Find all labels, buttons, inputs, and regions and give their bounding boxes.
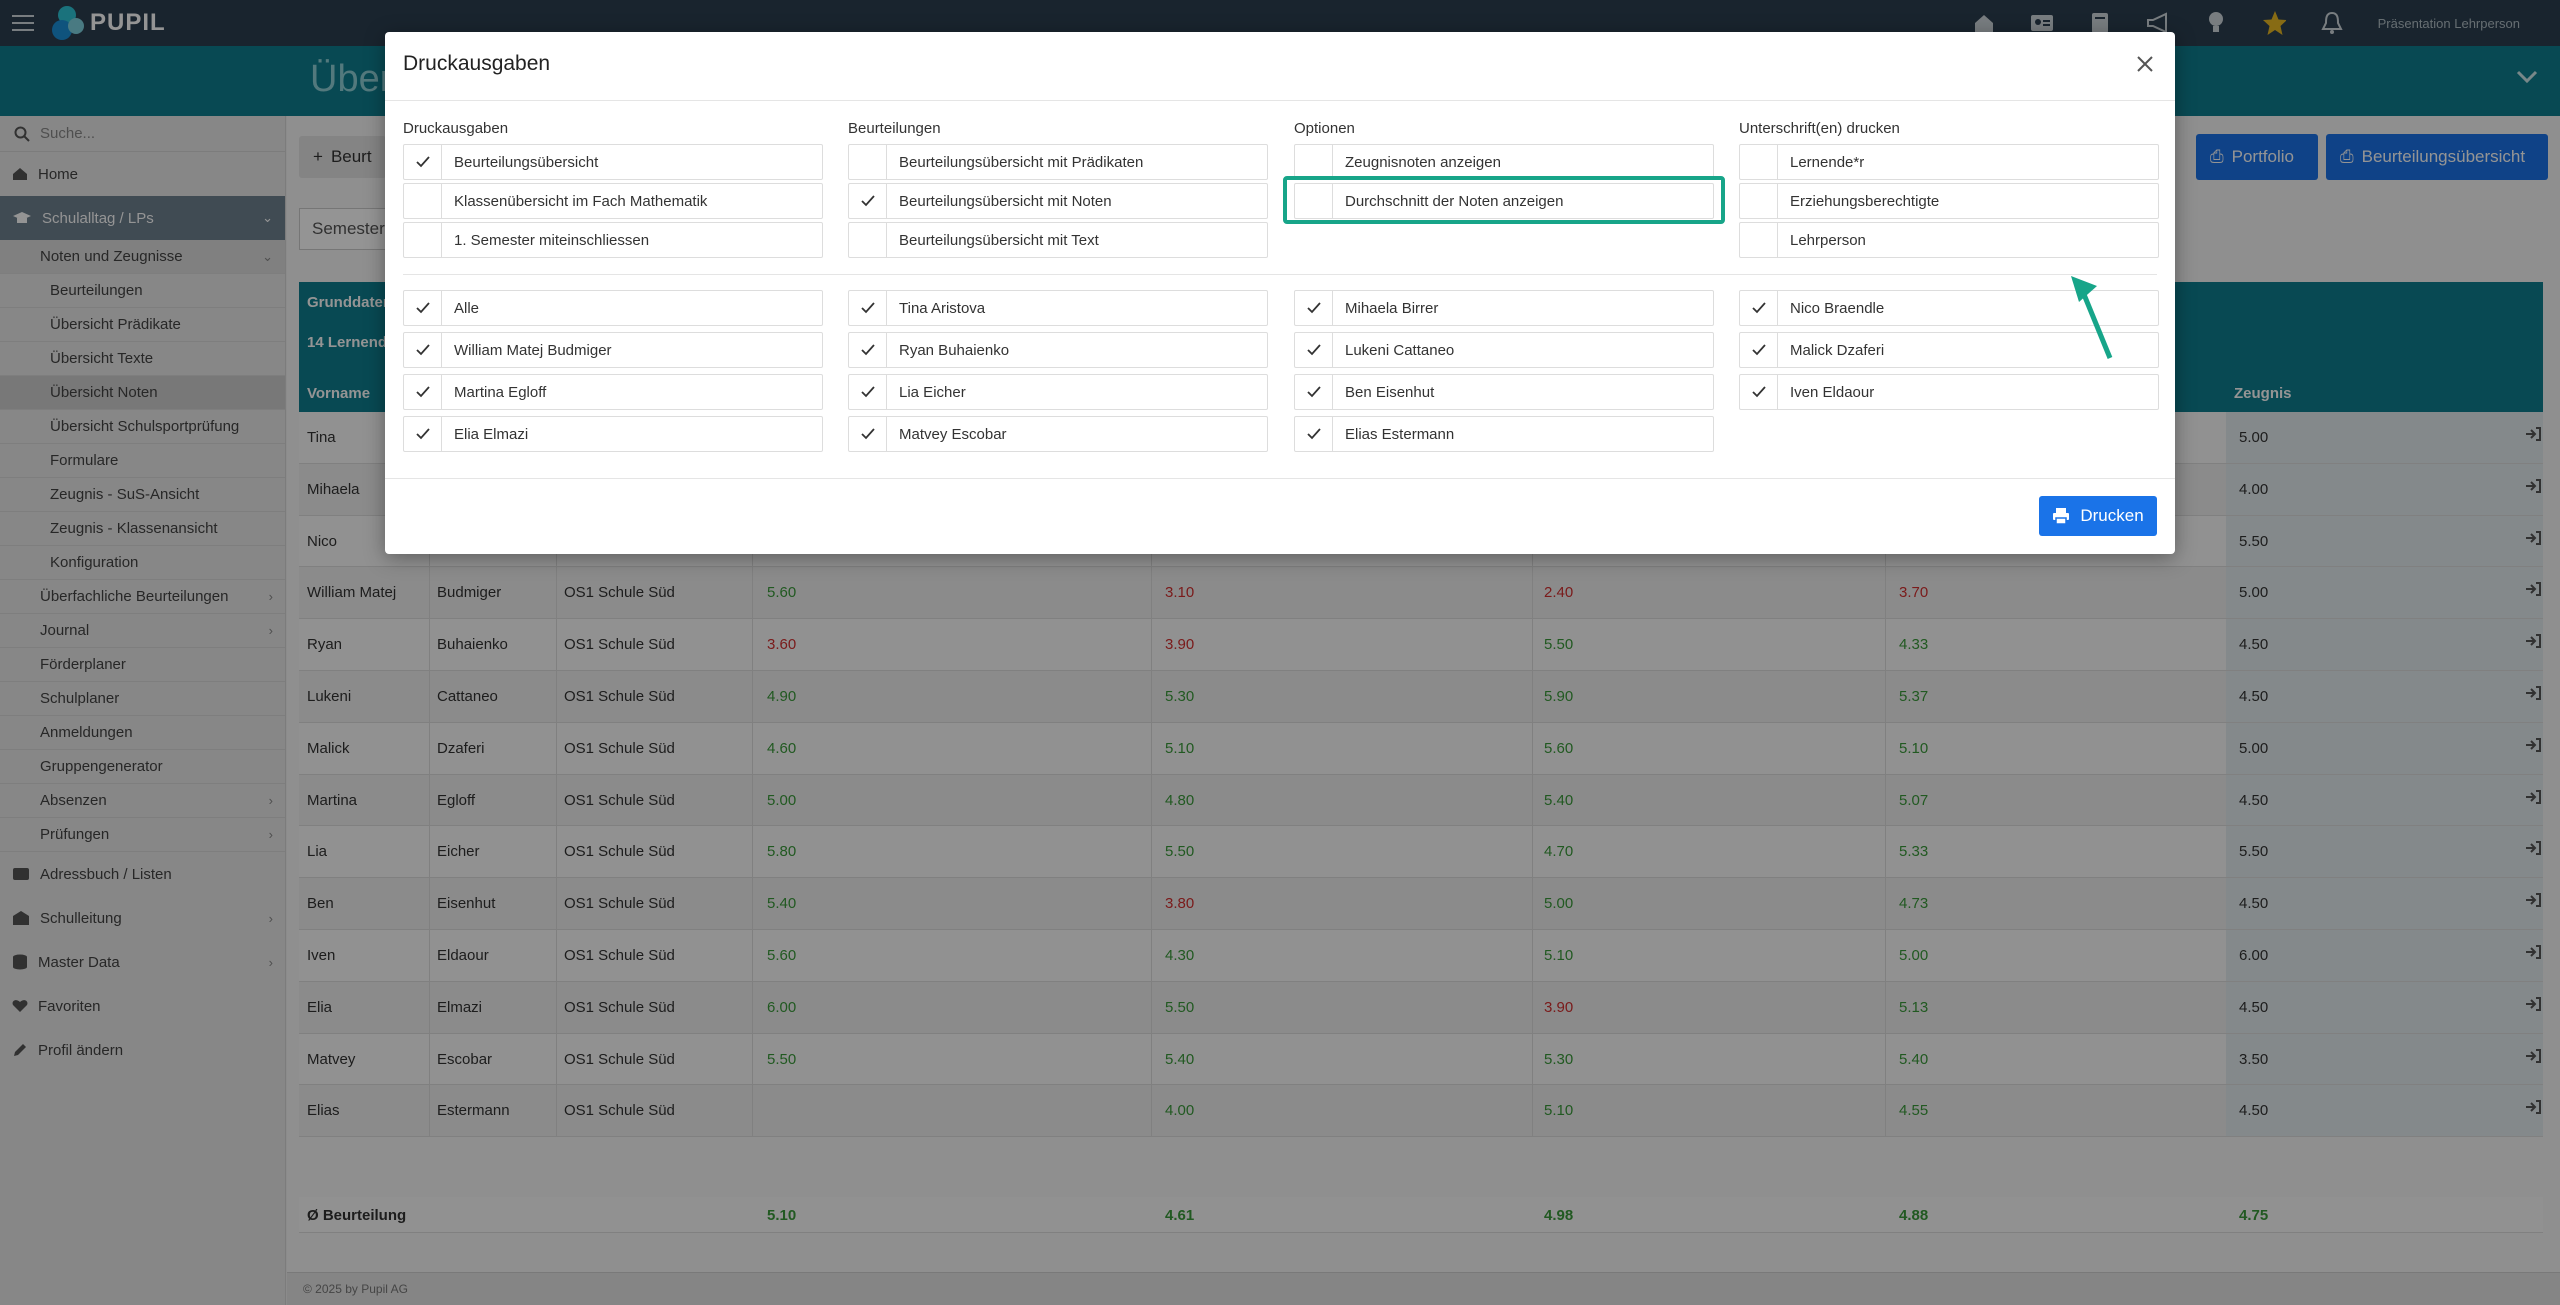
checkbox-label: Ben Eisenhut: [1345, 383, 1435, 401]
option-checkbox[interactable]: Erziehungsberechtigte: [1739, 183, 2159, 219]
checkbox-box[interactable]: [849, 223, 887, 257]
student-checkbox[interactable]: William Matej Budmiger: [403, 332, 823, 368]
close-icon[interactable]: [2135, 54, 2155, 74]
checkbox-box[interactable]: [404, 223, 442, 257]
option-column: Unterschrift(en) drucken Lernende*r Erzieh…: [1739, 120, 2159, 261]
checkbox-box[interactable]: [404, 145, 442, 179]
checkbox-label: Beurteilungsübersicht mit Prädikaten: [899, 153, 1144, 171]
checkbox-box[interactable]: [1740, 145, 1778, 179]
checkbox-label: Iven Eldaour: [1790, 383, 1875, 401]
checkbox-box[interactable]: [849, 375, 887, 409]
checkbox-box[interactable]: [1740, 333, 1778, 367]
checkbox-label: Alle: [454, 299, 480, 317]
checkbox-box[interactable]: [1295, 333, 1333, 367]
student-checkbox[interactable]: Matvey Escobar: [848, 416, 1268, 452]
option-checkbox[interactable]: Lehrperson: [1739, 222, 2159, 258]
checkbox-label: Nico Braendle: [1790, 299, 1885, 317]
student-checkbox[interactable]: Lia Eicher: [848, 374, 1268, 410]
checkbox-label: Tina Aristova: [899, 299, 986, 317]
student-column: Alle William Matej Budmiger Martina Egloff…: [403, 290, 823, 458]
checkbox-label: Lehrperson: [1790, 231, 1866, 249]
checkbox-box[interactable]: [849, 184, 887, 218]
student-checkbox[interactable]: Ben Eisenhut: [1294, 374, 1714, 410]
checkbox-label: Lia Eicher: [899, 383, 966, 401]
print-button[interactable]: Drucken: [2039, 496, 2157, 536]
option-column-heading: Druckausgaben: [403, 120, 509, 137]
option-checkbox[interactable]: Beurteilungsübersicht: [403, 144, 823, 180]
checkbox-label: Lukeni Cattaneo: [1345, 341, 1455, 359]
checkbox-label: Erziehungsberechtigte: [1790, 192, 1940, 210]
checkbox-box[interactable]: [1295, 291, 1333, 325]
option-checkbox[interactable]: 1. Semester miteinschliessen: [403, 222, 823, 258]
option-column-heading: Unterschrift(en) drucken: [1739, 120, 1900, 137]
option-checkbox[interactable]: Beurteilungsübersicht mit Prädikaten: [848, 144, 1268, 180]
checkbox-label: Mihaela Birrer: [1345, 299, 1439, 317]
option-column-heading: Optionen: [1294, 120, 1355, 137]
student-checkbox[interactable]: Elia Elmazi: [403, 416, 823, 452]
highlight-box: [1283, 176, 1725, 224]
annotation-arrow: [2071, 276, 2113, 359]
checkbox-label: Elia Elmazi: [454, 425, 529, 443]
checkbox-box[interactable]: [404, 291, 442, 325]
option-checkbox[interactable]: Beurteilungsübersicht mit Noten: [848, 183, 1268, 219]
checkbox-box[interactable]: [849, 333, 887, 367]
checkbox-label: Martina Egloff: [454, 383, 547, 401]
student-checkbox[interactable]: Tina Aristova: [848, 290, 1268, 326]
checkbox-box[interactable]: [1740, 375, 1778, 409]
printer-icon: [2053, 508, 2070, 525]
checkbox-box[interactable]: [1740, 291, 1778, 325]
checkbox-label: Matvey Escobar: [899, 425, 1007, 443]
student-checkbox[interactable]: Martina Egloff: [403, 374, 823, 410]
checkbox-label: Beurteilungsübersicht mit Text: [899, 231, 1099, 249]
button-label: Drucken: [2080, 506, 2144, 525]
divider: [385, 478, 2175, 479]
option-checkbox[interactable]: Zeugnisnoten anzeigen: [1294, 144, 1714, 180]
student-checkbox[interactable]: Mihaela Birrer: [1294, 290, 1714, 326]
checkbox-label: Beurteilungsübersicht mit Noten: [899, 192, 1112, 210]
divider: [403, 274, 2157, 275]
option-column: Druckausgaben Beurteilungsübersicht Klasse…: [403, 120, 823, 261]
option-checkbox[interactable]: Lernende*r: [1739, 144, 2159, 180]
student-checkbox[interactable]: Lukeni Cattaneo: [1294, 332, 1714, 368]
checkbox-label: Lernende*r: [1790, 153, 1865, 171]
divider: [385, 100, 2175, 101]
checkbox-label: Elias Estermann: [1345, 425, 1455, 443]
option-checkbox[interactable]: Beurteilungsübersicht mit Text: [848, 222, 1268, 258]
checkbox-label: William Matej Budmiger: [454, 341, 612, 359]
checkbox-box[interactable]: [1295, 417, 1333, 451]
checkbox-box[interactable]: [1295, 375, 1333, 409]
dialog-title: Druckausgaben: [403, 52, 551, 75]
checkbox-box[interactable]: [404, 375, 442, 409]
print-dialog: Druckausgaben Druckausgaben Beurteilungsü…: [385, 32, 2175, 554]
checkbox-box[interactable]: [1740, 223, 1778, 257]
checkbox-label: Malick Dzaferi: [1790, 341, 1885, 359]
checkbox-label: Ryan Buhaienko: [899, 341, 1010, 359]
checkbox-box[interactable]: [849, 417, 887, 451]
checkbox-label: Beurteilungsübersicht: [454, 153, 599, 171]
checkbox-box[interactable]: [849, 145, 887, 179]
checkbox-box[interactable]: [1740, 184, 1778, 218]
student-checkbox[interactable]: Alle: [403, 290, 823, 326]
option-column-heading: Beurteilungen: [848, 120, 941, 137]
checkbox-box[interactable]: [404, 333, 442, 367]
checkbox-label: 1. Semester miteinschliessen: [454, 231, 650, 249]
option-checkbox[interactable]: Klassenübersicht im Fach Mathematik: [403, 183, 823, 219]
option-column: Beurteilungen Beurteilungsübersicht mit P…: [848, 120, 1268, 261]
checkbox-label: Klassenübersicht im Fach Mathematik: [454, 192, 708, 210]
checkbox-box[interactable]: [404, 184, 442, 218]
student-checkbox[interactable]: Ryan Buhaienko: [848, 332, 1268, 368]
student-checkbox[interactable]: Iven Eldaour: [1739, 374, 2159, 410]
checkbox-label: Zeugnisnoten anzeigen: [1345, 153, 1501, 171]
student-checkbox[interactable]: Elias Estermann: [1294, 416, 1714, 452]
checkbox-box[interactable]: [1295, 145, 1333, 179]
checkbox-box[interactable]: [404, 417, 442, 451]
student-column: Mihaela Birrer Lukeni Cattaneo Ben Eisenhu…: [1294, 290, 1714, 458]
checkbox-box[interactable]: [849, 291, 887, 325]
student-column: Tina Aristova Ryan Buhaienko Lia Eicher Mat…: [848, 290, 1268, 458]
